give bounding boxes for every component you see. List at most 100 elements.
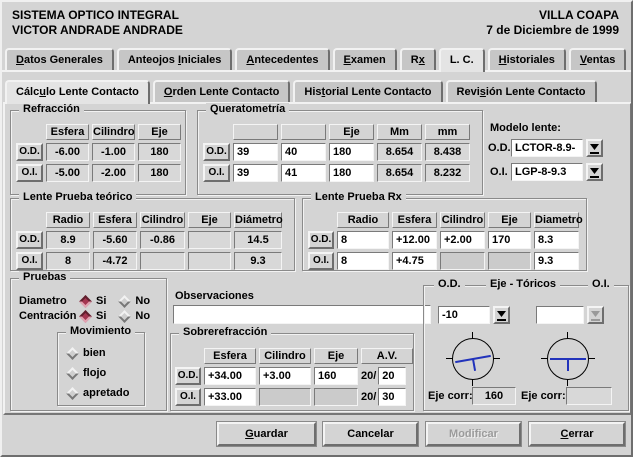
guardar-button[interactable]: Guardar [217,422,316,446]
toricos-od-dropdown-icon[interactable] [493,306,510,324]
movimiento-bien-option: bien [68,347,106,359]
cancelar-button[interactable]: Cancelar [323,422,418,446]
rx-od-button[interactable]: O.D. [308,231,334,249]
tab-rx[interactable]: Rx [400,48,436,70]
toricos-od-eje-corr-value: 160 [472,387,516,405]
tab-historiales[interactable]: Historiales [488,48,566,70]
movimiento-groupbox: Movimiento bien flojo apretado [57,332,145,406]
movimiento-flojo-radio[interactable] [66,367,79,380]
modelo-lente-od-label: O.D. [488,142,511,154]
sobre-oi-button[interactable]: O.I. [175,388,201,406]
toricos-oi-eje-corr-label: Eje corr: [521,390,566,402]
movimiento-apretado-radio[interactable] [66,387,79,400]
toricos-oi-eje-input[interactable] [536,306,584,324]
refraccion-od-cilindro: -1.00 [92,143,135,161]
sobre-header-esfera: Esfera [204,348,256,364]
toricos-oi-eje-combo [536,306,604,324]
tab-datos-generales[interactable]: Datos Generales [5,48,114,70]
teorico-oi-button[interactable]: O.I. [16,252,43,270]
cerrar-button[interactable]: Cerrar [529,422,625,446]
sobre-oi-av-input[interactable] [378,388,406,406]
sobre-od-button[interactable]: O.D. [175,367,201,385]
tab-anteojos-iniciales[interactable]: Anteojos Iniciales [117,48,233,70]
subtab-revision-lente-contacto[interactable]: Revisión Lente Contacto [446,80,597,102]
subtab-historial-lente-contacto[interactable]: Historial Lente Contacto [293,80,442,102]
modelo-lente-od-dropdown-icon[interactable] [586,139,603,157]
observaciones-input[interactable] [173,305,431,324]
tab-lc[interactable]: L. C. [439,48,485,72]
movimiento-apretado-option: apretado [68,387,129,399]
pruebas-centracion-label: Centración [19,310,76,322]
app-title-line1: SISTEMA OPTICO INTEGRAL [12,8,183,23]
queratometria-oi-button[interactable]: O.I. [203,164,230,182]
sobrerefraccion-title: Sobrerefracción [179,326,271,338]
pruebas-diametro-no-label[interactable]: No [135,295,150,307]
sobre-oi-esfera-input[interactable] [204,388,256,406]
refraccion-od-button[interactable]: O.D. [16,143,43,161]
modelo-lente-od-input[interactable] [511,139,583,157]
tab-antecedentes[interactable]: Antecedentes [235,48,329,70]
queratometria-title: Queratometría [206,103,289,115]
queratometria-od-k1-input[interactable] [233,143,278,161]
rx-oi-radio-input[interactable] [337,252,389,270]
toricos-oi-dropdown-icon[interactable] [587,306,604,324]
branch-name: VILLA COAPA [486,8,619,23]
modelo-lente-oi-dropdown-icon[interactable] [586,163,603,181]
teorico-od-eje [188,231,231,249]
sobre-header-av: A.V. [361,348,413,364]
queratometria-header-k1 [233,124,278,140]
rx-od-radio-input[interactable] [337,231,389,249]
pruebas-diametro-si-label[interactable]: Si [96,295,106,307]
subtab-calculo-lente-contacto[interactable]: Cálculo Lente Contacto [5,80,150,104]
rx-od-eje-input[interactable] [488,231,531,249]
rx-oi-diametro-input[interactable] [534,252,579,270]
pruebas-centracion-no-label[interactable]: No [135,310,150,322]
sobre-oi-cilindro [259,388,311,406]
queratometria-od-button[interactable]: O.D. [203,143,230,161]
rx-od-cilindro-input[interactable] [440,231,485,249]
queratometria-od-k2-input[interactable] [281,143,326,161]
branch-and-date: VILLA COAPA 7 de Diciembre de 1999 [486,8,619,38]
tab-ventas[interactable]: Ventas [569,48,626,70]
sobre-od-eje-input[interactable] [314,367,358,385]
pruebas-centracion-no-radio[interactable] [119,310,132,323]
subtab-orden-lente-contacto[interactable]: Orden Lente Contacto [153,80,291,102]
pruebas-diametro-si-radio[interactable] [79,295,92,308]
movimiento-apretado-label[interactable]: apretado [83,387,129,399]
pruebas-centracion-si-label[interactable]: Si [96,310,106,322]
teorico-header-radio: Radio [46,212,90,228]
rx-od-diametro-input[interactable] [534,231,579,249]
refraccion-oi-button[interactable]: O.I. [16,164,43,182]
refraccion-header-eje: Eje [138,124,181,140]
rx-oi-button[interactable]: O.I. [308,252,334,270]
pruebas-diametro-label: Diametro [19,295,67,307]
queratometria-header-Mm: Mm [377,124,422,140]
toricos-od-eje-input[interactable] [438,306,490,324]
movimiento-bien-label[interactable]: bien [83,347,106,359]
movimiento-bien-radio[interactable] [66,347,79,360]
lente-prueba-teorico-title: Lente Prueba teórico [19,191,136,203]
sobrerefraccion-groupbox: Sobrerefracción Esfera Cilindro Eje A.V.… [170,333,414,411]
rx-od-esfera-input[interactable] [392,231,437,249]
rx-oi-esfera-input[interactable] [392,252,437,270]
sobre-od-cilindro-input[interactable] [259,367,311,385]
queratometria-oi-eje-input[interactable] [329,164,374,182]
rx-oi-cilindro [440,252,485,270]
queratometria-oi-k2-input[interactable] [281,164,326,182]
modelo-lente-oi-input[interactable] [511,163,583,181]
toricos-oi-eje-corr-value [566,387,612,405]
rx-oi-eje [488,252,531,270]
pruebas-diametro-options: Si No [81,295,150,307]
modificar-button[interactable]: Modificar [426,422,521,446]
teorico-od-diametro: 14.5 [234,231,282,249]
movimiento-flojo-label[interactable]: flojo [83,367,106,379]
pruebas-diametro-no-radio[interactable] [119,295,132,308]
sobre-od-esfera-input[interactable] [204,367,256,385]
sobre-od-av-input[interactable] [378,367,406,385]
queratometria-od-eje-input[interactable] [329,143,374,161]
queratometria-oi-k1-input[interactable] [233,164,278,182]
pruebas-centracion-si-radio[interactable] [79,310,92,323]
tab-examen[interactable]: Examen [333,48,397,70]
teorico-oi-eje [188,252,231,270]
teorico-od-button[interactable]: O.D. [16,231,43,249]
